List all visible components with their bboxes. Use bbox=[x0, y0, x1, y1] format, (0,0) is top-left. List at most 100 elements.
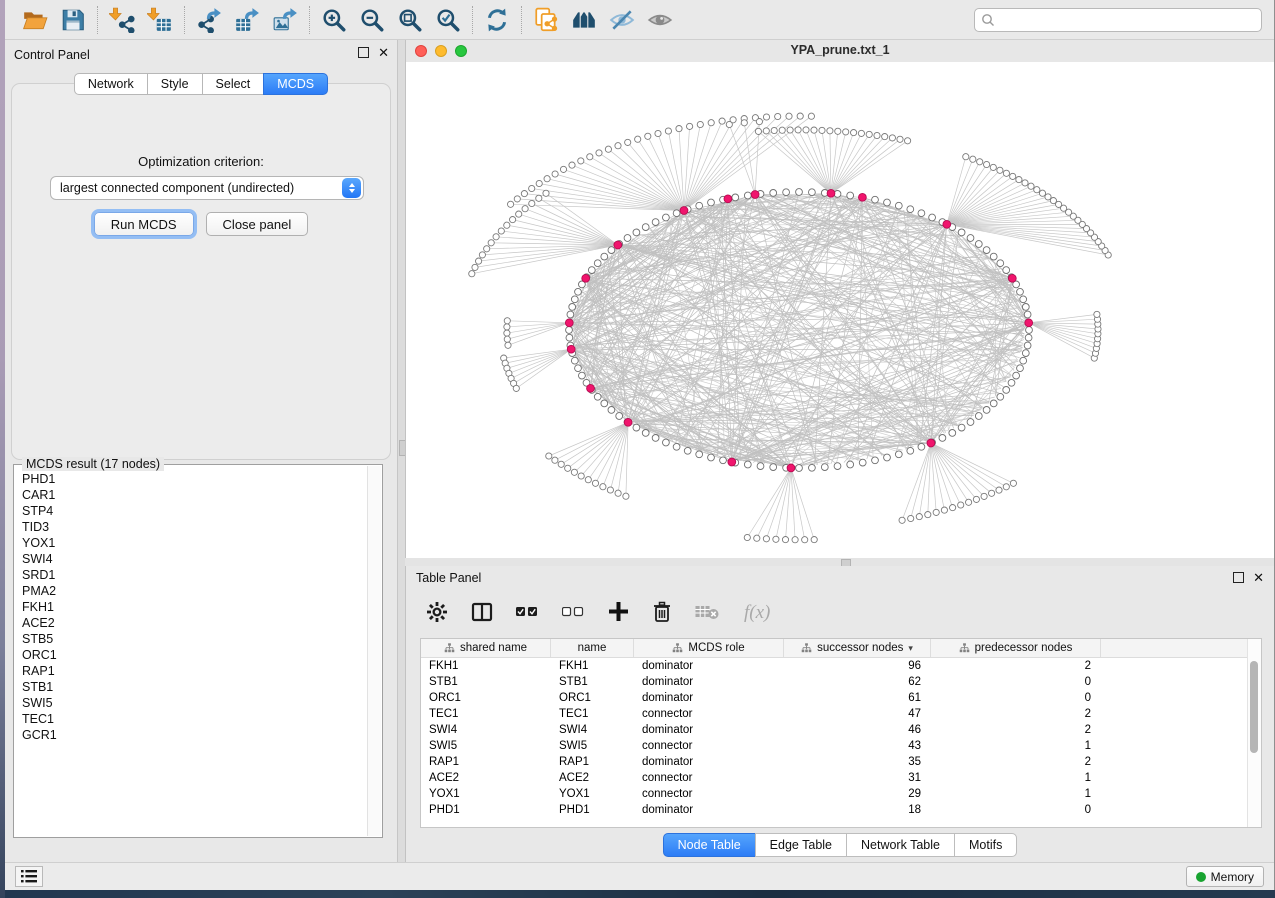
mcds-result-item[interactable]: RAP1 bbox=[15, 663, 368, 679]
close-panel-icon[interactable]: ✕ bbox=[378, 47, 389, 58]
export-network-icon bbox=[196, 7, 222, 33]
search-input[interactable] bbox=[995, 12, 1261, 28]
export-network-button[interactable] bbox=[194, 5, 224, 35]
mcds-result-item[interactable]: TID3 bbox=[15, 519, 368, 535]
mcds-result-item[interactable]: CAR1 bbox=[15, 487, 368, 503]
cell-predecessor-nodes: 2 bbox=[931, 754, 1101, 770]
zoom-selected-button[interactable] bbox=[433, 5, 463, 35]
task-history-button[interactable] bbox=[15, 866, 43, 887]
column-header-successor-nodes[interactable]: successor nodes▾ bbox=[784, 639, 931, 657]
column-header-MCDS-role[interactable]: MCDS role bbox=[634, 639, 784, 657]
network-canvas[interactable] bbox=[406, 62, 1274, 558]
float-panel-icon[interactable] bbox=[358, 47, 369, 58]
memory-button[interactable]: Memory bbox=[1186, 866, 1264, 887]
column-label: name bbox=[578, 642, 607, 654]
add-column-button[interactable] bbox=[608, 600, 629, 626]
cell-name: STB1 bbox=[551, 674, 634, 690]
mcds-result-item[interactable]: PMA2 bbox=[15, 583, 368, 599]
table-row[interactable]: SWI4SWI4dominator462 bbox=[421, 722, 1248, 738]
table-row[interactable]: SWI5SWI5connector431 bbox=[421, 738, 1248, 754]
cell-name: PHD1 bbox=[551, 802, 634, 818]
table-scrollbar[interactable] bbox=[1247, 639, 1261, 827]
mcds-result-item[interactable]: FKH1 bbox=[15, 599, 368, 615]
tab-mcds[interactable]: MCDS bbox=[263, 73, 328, 95]
mcds-result-item[interactable]: GCR1 bbox=[15, 727, 368, 743]
node-table: shared name name MCDS rolesuccessor nodes▾… bbox=[420, 638, 1262, 828]
tab-node-table[interactable]: Node Table bbox=[663, 833, 756, 857]
save-session-button[interactable] bbox=[58, 5, 88, 35]
vertical-splitter[interactable] bbox=[397, 40, 405, 862]
clone-network-button[interactable] bbox=[531, 5, 561, 35]
status-bar: Memory bbox=[5, 862, 1274, 890]
column-header-predecessor-nodes[interactable]: predecessor nodes bbox=[931, 639, 1101, 657]
mcds-result-item[interactable]: SWI4 bbox=[15, 551, 368, 567]
table-row[interactable]: FKH1FKH1dominator962 bbox=[421, 658, 1248, 674]
export-image-button[interactable] bbox=[270, 5, 300, 35]
table-row[interactable]: YOX1YOX1connector291 bbox=[421, 786, 1248, 802]
import-table-icon bbox=[147, 7, 173, 33]
export-table-button[interactable] bbox=[232, 5, 262, 35]
optimization-criterion-dropdown[interactable]: largest connected component (undirected) bbox=[50, 176, 364, 200]
open-file-button[interactable] bbox=[20, 5, 50, 35]
mcds-result-item[interactable]: PHD1 bbox=[15, 471, 368, 487]
zoom-in-button[interactable] bbox=[319, 5, 349, 35]
tab-motifs[interactable]: Motifs bbox=[954, 833, 1017, 857]
cell-MCDS-role: dominator bbox=[634, 722, 784, 738]
mcds-result-item[interactable]: SWI5 bbox=[15, 695, 368, 711]
zoom-out-button[interactable] bbox=[357, 5, 387, 35]
mcds-result-item[interactable]: ORC1 bbox=[15, 647, 368, 663]
close-panel-button[interactable]: Close panel bbox=[206, 212, 309, 236]
tab-style[interactable]: Style bbox=[147, 73, 203, 95]
import-network-button[interactable] bbox=[107, 5, 137, 35]
table-row[interactable]: ACE2ACE2connector311 bbox=[421, 770, 1248, 786]
table-row[interactable]: PHD1PHD1dominator180 bbox=[421, 802, 1248, 818]
deselect-all-icon bbox=[562, 606, 585, 621]
table-row[interactable]: TEC1TEC1connector472 bbox=[421, 706, 1248, 722]
zoom-fit-button[interactable] bbox=[395, 5, 425, 35]
mcds-result-item[interactable]: YOX1 bbox=[15, 535, 368, 551]
tab-select[interactable]: Select bbox=[202, 73, 265, 95]
tab-edge-table[interactable]: Edge Table bbox=[755, 833, 847, 857]
mcds-result-item[interactable]: STP4 bbox=[15, 503, 368, 519]
select-all-button[interactable] bbox=[516, 600, 539, 626]
column-header-name[interactable]: name bbox=[551, 639, 634, 657]
mcds-result-item[interactable]: STB5 bbox=[15, 631, 368, 647]
first-neighbors-button[interactable] bbox=[569, 5, 599, 35]
column-header-shared-name[interactable]: shared name bbox=[421, 639, 551, 657]
import-table-button[interactable] bbox=[145, 5, 175, 35]
show-all-icon bbox=[647, 7, 673, 33]
table-row[interactable]: ORC1ORC1dominator610 bbox=[421, 690, 1248, 706]
tab-network[interactable]: Network bbox=[74, 73, 148, 95]
hide-selected-button[interactable] bbox=[607, 5, 637, 35]
settings-button[interactable] bbox=[426, 600, 448, 626]
deselect-all-button[interactable] bbox=[562, 600, 585, 626]
delete-column-button[interactable] bbox=[652, 600, 672, 626]
cell-MCDS-role: dominator bbox=[634, 690, 784, 706]
cell-predecessor-nodes: 0 bbox=[931, 690, 1101, 706]
control-panel-tabs: NetworkStyleSelectMCDS bbox=[5, 73, 397, 95]
close-table-panel-icon[interactable]: ✕ bbox=[1253, 572, 1264, 583]
table-scrollbar-thumb[interactable] bbox=[1250, 661, 1258, 753]
mcds-result-item[interactable]: SRD1 bbox=[15, 567, 368, 583]
show-all-button[interactable] bbox=[645, 5, 675, 35]
network-window-title: YPA_prune.txt_1 bbox=[406, 43, 1274, 57]
delete-column-icon bbox=[652, 601, 672, 626]
mcds-result-item[interactable]: STB1 bbox=[15, 679, 368, 695]
mcds-result-item[interactable]: ACE2 bbox=[15, 615, 368, 631]
cell-shared-name: STB1 bbox=[421, 674, 551, 690]
cell-MCDS-role: connector bbox=[634, 738, 784, 754]
table-row[interactable]: STB1STB1dominator620 bbox=[421, 674, 1248, 690]
mcds-result-item[interactable]: TEC1 bbox=[15, 711, 368, 727]
show-columns-button[interactable] bbox=[471, 600, 493, 626]
table-row[interactable]: RAP1RAP1dominator352 bbox=[421, 754, 1248, 770]
cell-name: FKH1 bbox=[551, 658, 634, 674]
run-mcds-button[interactable]: Run MCDS bbox=[94, 212, 194, 236]
refresh-layout-button[interactable] bbox=[482, 5, 512, 35]
tab-network-table[interactable]: Network Table bbox=[846, 833, 955, 857]
mcds-list-scrollbar[interactable] bbox=[367, 466, 381, 836]
search-box[interactable] bbox=[974, 8, 1262, 32]
float-table-panel-icon[interactable] bbox=[1233, 572, 1244, 583]
horizontal-splitter[interactable] bbox=[405, 558, 1274, 566]
save-session-icon bbox=[60, 7, 86, 33]
column-label: shared name bbox=[460, 642, 527, 654]
